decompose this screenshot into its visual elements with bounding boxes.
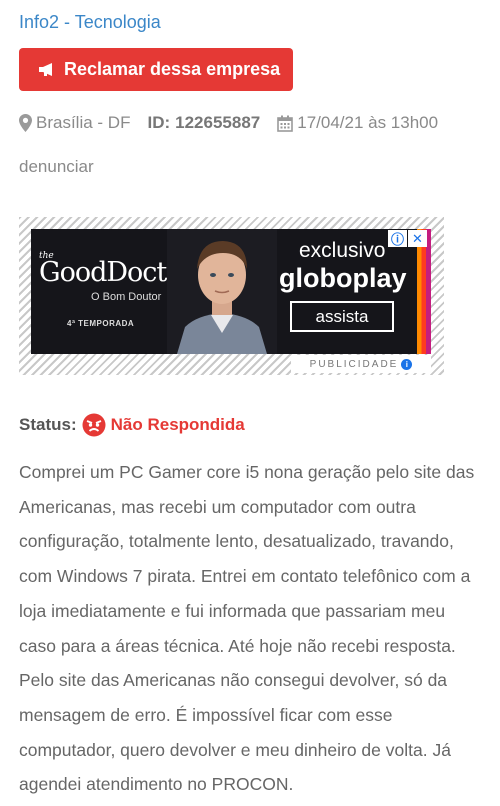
location-text: Brasília - DF [36,113,131,132]
id-label: ID: [147,113,171,132]
ad-color-stripes [417,229,431,354]
info-icon[interactable]: ⓘ [388,230,407,247]
ad-banner[interactable]: the GoodDoctor O Bom Doutor 4ª TEMPORADA… [31,229,431,354]
company-link[interactable]: Info2 - Tecnologia [19,12,161,33]
status-row: Status: Não Respondida [19,413,245,437]
ad-label-info-icon[interactable]: i [401,358,413,370]
ad-label-text: PUBLICIDADE [309,358,399,370]
status-label: Status: [19,415,77,434]
ad-cta-button[interactable]: assista [290,301,394,332]
ad-show-subtitle: O Bom Doutor [91,291,162,303]
date-group: 17/04/21 às 13h00 [277,113,438,133]
complaint-text: Comprei um PC Gamer core i5 nona geração… [19,462,475,795]
datetime-text: 17/04/21 às 13h00 [297,113,439,132]
map-pin-icon [19,114,32,132]
ad-season: 4ª TEMPORADA [67,319,135,328]
id-value: 122655887 [175,113,261,132]
ad-brand-text: globoplay [279,263,407,293]
calendar-icon [277,115,294,132]
actor-portrait-image [167,229,277,354]
advertisement: the GoodDoctor O Bom Doutor 4ª TEMPORADA… [19,217,444,375]
ad-exclusive-text: exclusivo [299,239,386,262]
complain-button[interactable]: Reclamar dessa empresa [19,48,293,91]
complaint-meta: Brasília - DF ID: 122655887 17/04/21 às … [19,113,438,133]
close-icon[interactable]: ✕ [408,230,427,247]
megaphone-icon [39,63,52,76]
ad-controls: ⓘ ✕ [388,230,427,247]
angry-face-icon [82,413,106,437]
ad-label: PUBLICIDADE i [291,355,431,373]
status-value: Não Respondida [110,415,245,434]
complain-button-label: Reclamar dessa empresa [64,59,281,79]
ad-show-title-prefix: the [39,251,54,261]
report-link[interactable]: denunciar [19,157,94,177]
